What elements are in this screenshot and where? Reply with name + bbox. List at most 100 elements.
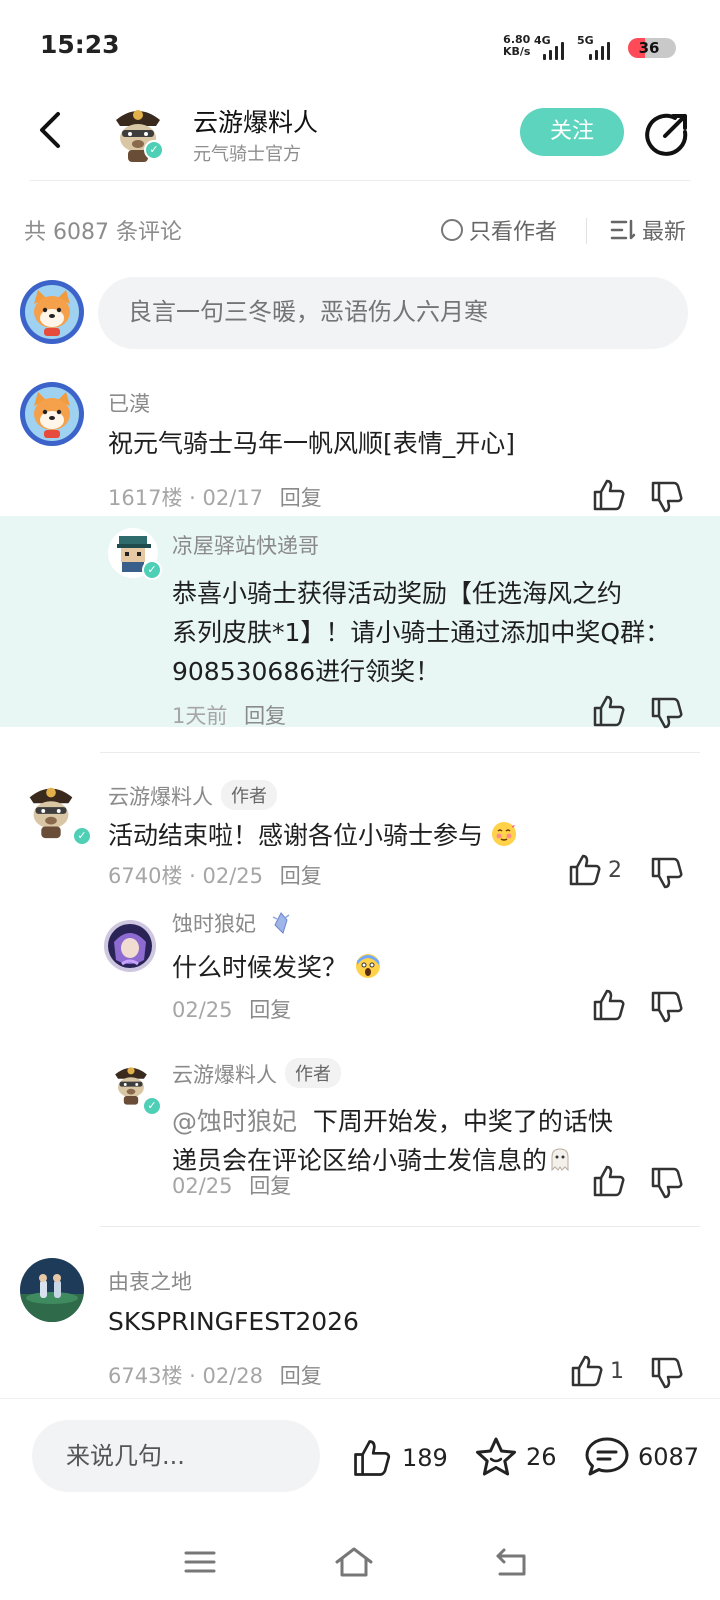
comment-username[interactable]: 由衷之地 (108, 1266, 192, 1296)
thumbs-up-icon (354, 1440, 391, 1476)
like-count: 1 (610, 1358, 624, 1384)
reply-button[interactable]: 回复 (280, 486, 322, 510)
comment-count: 共 6087 条评论 (24, 220, 182, 245)
verified-badge-icon: ✓ (142, 1096, 162, 1116)
bottom-comment-input[interactable]: 来说几句... (32, 1420, 320, 1492)
reply-text-body: 什么时候发奖？ (172, 953, 348, 982)
reply-button[interactable]: 回复 (244, 704, 286, 728)
thumbs-down-icon (651, 481, 683, 513)
comment-divider (100, 1226, 700, 1227)
shiba-avatar-icon (20, 280, 84, 344)
share-button[interactable] (645, 112, 689, 156)
reply-avatar[interactable] (104, 920, 156, 972)
battery-percent: 36 (638, 39, 660, 57)
dislike-button[interactable] (650, 1356, 684, 1394)
only-author-toggle[interactable]: 只看作者 (441, 214, 557, 246)
dislike-button[interactable] (650, 856, 684, 894)
favorite-button[interactable]: 26 (474, 1436, 557, 1478)
reply-username: 云游爆料人 作者 (172, 1058, 341, 1089)
comment-divider (100, 752, 700, 753)
comment-floor: 1617楼 (108, 486, 183, 510)
reply-text: 恭喜小骑士获得活动奖励【任选海风之约 系列皮肤*1】！请小骑士通过添加中奖Q群：… (172, 574, 670, 691)
reply-meta: 02/25 回复 (172, 1170, 291, 1200)
anime-avatar-icon (104, 920, 156, 972)
network-speed-unit: KB/s (503, 45, 531, 58)
reply-button[interactable]: 回复 (249, 998, 291, 1022)
like-button[interactable] (592, 1164, 626, 1202)
comment-username-text[interactable]: 云游爆料人 (108, 785, 213, 809)
thumbs-down-icon (651, 1167, 683, 1199)
verified-badge-icon: ✓ (72, 826, 92, 846)
thumbs-up-icon (593, 479, 625, 511)
share-icon (645, 113, 688, 156)
thumbs-up-icon (569, 854, 601, 886)
menu-icon (184, 1551, 216, 1573)
back-button[interactable] (30, 108, 74, 152)
reply-username-text[interactable]: 蚀时狼妃 (172, 912, 256, 936)
menu-nav-button[interactable] (178, 1540, 222, 1584)
comment-input[interactable] (98, 277, 688, 349)
reply-username[interactable]: 凉屋驿站快递哥 (172, 530, 319, 560)
status-time: 15:23 (40, 30, 120, 59)
comment-text-body: 活动结束啦！感谢各位小骑士参与 (108, 821, 484, 850)
author-tag: 作者 (285, 1058, 341, 1088)
reply-button[interactable]: 回复 (280, 864, 322, 888)
battery-icon: 36 (628, 38, 676, 58)
header-divider (30, 180, 690, 181)
thumbs-up-icon (593, 1165, 625, 1197)
thumbs-up-icon (593, 989, 625, 1021)
sort-button[interactable]: 最新 (610, 214, 686, 246)
verified-badge-icon: ✓ (142, 560, 162, 580)
toolbar-separator (586, 218, 587, 244)
my-avatar[interactable] (20, 280, 84, 344)
like-button[interactable] (592, 694, 626, 732)
screaming-emoji-icon (355, 954, 380, 978)
reply-username-text[interactable]: 云游爆料人 (172, 1063, 277, 1087)
home-nav-button[interactable] (332, 1540, 376, 1584)
return-icon (496, 1548, 526, 1576)
sort-icon (610, 219, 636, 240)
star-icon (476, 1437, 516, 1476)
reply-button[interactable]: 回复 (249, 1174, 291, 1198)
landscape-avatar-icon (20, 1258, 84, 1322)
comment-floor: 6740楼 (108, 864, 183, 888)
comment-text: SKSPRINGFEST2026 (108, 1307, 359, 1336)
like-button[interactable] (592, 988, 626, 1026)
post-like-count: 189 (402, 1444, 448, 1472)
radio-icon (441, 219, 463, 241)
dislike-button[interactable] (650, 480, 684, 518)
reply-text-line: 恭喜小骑士获得活动奖励【任选海风之约 (172, 579, 623, 608)
comment-date: 02/25 (202, 864, 264, 888)
bottom-bar-divider (0, 1398, 720, 1399)
post-like-button[interactable]: 189 (350, 1438, 448, 1478)
like-button[interactable]: 1 (570, 1354, 624, 1388)
comment-username: 云游爆料人 作者 (108, 780, 277, 811)
comment-bubble-icon (585, 1437, 629, 1476)
dislike-button[interactable] (650, 990, 684, 1028)
dislike-button[interactable] (650, 1166, 684, 1204)
author-name[interactable]: 云游爆料人 (193, 103, 318, 139)
dislike-button[interactable] (650, 696, 684, 734)
favorite-count: 26 (526, 1443, 557, 1471)
back-nav-button[interactable] (490, 1540, 534, 1584)
thumbs-down-icon (651, 991, 683, 1023)
comment-meta: 6740楼 · 02/25 回复 (108, 864, 322, 888)
commenter-avatar[interactable] (20, 1258, 84, 1322)
crystal-badge-icon (272, 912, 290, 934)
commenter-avatar[interactable] (20, 382, 84, 446)
comment-username[interactable]: 已漠 (108, 388, 150, 418)
author-subtitle: 元气骑士官方 (193, 144, 301, 165)
reply-username: 蚀时狼妃 (172, 908, 293, 938)
reply-text: 什么时候发奖？ (172, 948, 381, 987)
author-tag: 作者 (221, 780, 277, 810)
mention-link[interactable]: @蚀时狼妃 (172, 1107, 297, 1136)
network-speed: 6.80 KB/s (503, 34, 530, 58)
thumbs-up-icon (593, 695, 625, 727)
reply-button[interactable]: 回复 (280, 1364, 322, 1388)
follow-button[interactable]: 关注 (520, 108, 624, 156)
like-button[interactable]: 2 (568, 853, 622, 887)
comments-button[interactable]: 6087 (584, 1436, 699, 1478)
comment-text: 祝元气骑士马年一帆风顺[表情_开心] (108, 429, 516, 458)
like-button[interactable] (592, 478, 626, 516)
signal-4g-icon: 4G (534, 34, 574, 60)
